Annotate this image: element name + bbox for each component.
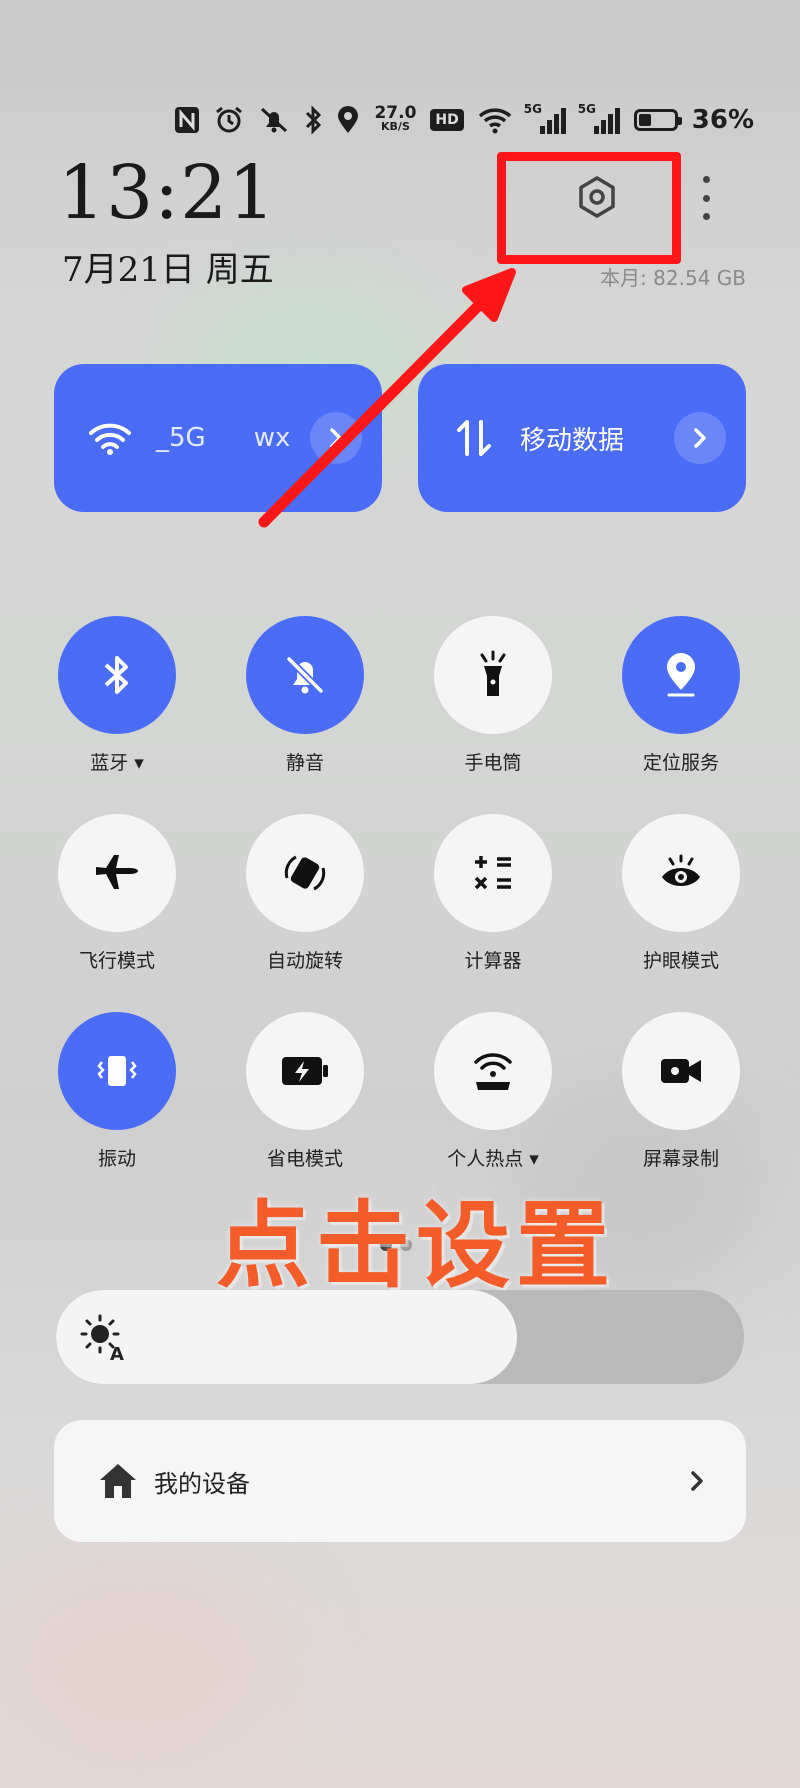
mobile-data-label: 移动数据 [520,425,625,456]
battery-saver-icon [282,1057,328,1085]
home-icon [100,1464,136,1498]
toggle-label: 护眼模式 [642,950,719,972]
date-text[interactable]: 7月21日 周五 [62,242,274,291]
toggle-circle[interactable] [434,814,552,932]
toggle-mute[interactable]: 静音 [220,616,390,775]
toggle-circle[interactable] [58,814,176,932]
toggle-label: 静音 [285,752,324,774]
toggle-label: 自动旋转 [266,950,343,972]
toggle-battery-saver[interactable]: 省电模式 [220,1012,390,1171]
wifi-icon [478,104,512,136]
battery-percent: 36% [691,105,754,135]
mobile-data-tile[interactable]: 移动数据 [418,364,746,512]
toggle-label: 计算器 [464,950,522,972]
mobile-data-expand-button[interactable] [674,412,726,464]
hotspot-icon [474,1053,512,1090]
svg-text:A: A [110,1344,124,1364]
toggle-circle[interactable] [246,814,364,932]
auto-brightness-icon: A [78,1312,130,1368]
toggle-circle[interactable] [246,1012,364,1130]
toggle-hotspot[interactable]: 个人热点 ▾ [408,1012,578,1171]
toggle-airplane[interactable]: 飞行模式 [32,814,202,973]
bluetooth-icon [104,656,128,694]
data-usage-text: 本月: 82.54 GB [600,266,746,290]
toggle-circle[interactable] [58,616,176,734]
chevron-right-icon [694,428,706,448]
toggle-label: 屏幕录制 [642,1148,719,1170]
location-pin-icon [667,653,695,697]
toggle-vibrate[interactable]: 振动 [32,1012,202,1171]
toggle-label: 个人热点 ▾ [447,1148,539,1170]
toggle-screen-record[interactable]: 屏幕录制 [596,1012,766,1171]
screen-record-icon [661,1059,701,1083]
wifi-expand-button[interactable] [310,412,362,464]
toggle-circle[interactable] [434,616,552,734]
sim1-signal-icon: 5G [524,102,566,134]
eye-icon [662,854,700,886]
toggle-label: 手电筒 [464,752,522,774]
annotation-highlight-box [497,152,681,264]
background-blur [0,1560,280,1760]
auto-rotate-icon [284,855,326,891]
toggle-eye-comfort[interactable]: 护眼模式 [596,814,766,973]
toggle-circle[interactable] [58,1012,176,1130]
toggle-auto-rotate[interactable]: 自动旋转 [220,814,390,973]
hd-voice-badge: HD [430,109,464,131]
toggle-label: 振动 [97,1148,136,1170]
data-transfer-icon [452,416,496,460]
bell-off-icon [286,656,324,694]
battery-icon [633,109,682,131]
network-speed: 27.0 KB/S [374,103,417,134]
toggle-circle[interactable] [622,616,740,734]
wifi-icon [88,416,132,460]
location-icon [336,104,360,136]
toggle-bluetooth[interactable]: 蓝牙 ▾ [32,616,202,775]
toggle-circle[interactable] [246,616,364,734]
calculator-icon [474,856,511,890]
toggle-circle[interactable] [622,814,740,932]
toggle-circle[interactable] [622,1012,740,1130]
alarm-icon [214,104,244,136]
toggle-location[interactable]: 定位服务 [596,616,766,775]
wifi-tile[interactable]: _5G wx [54,364,382,512]
toggle-flashlight[interactable]: 手电筒 [408,616,578,775]
toggle-label: 定位服务 [642,752,719,774]
toggle-label: 飞行模式 [78,950,155,972]
sim2-signal-icon: 5G [578,102,620,134]
nfc-icon [174,104,200,136]
toggle-label: 省电模式 [266,1148,343,1170]
chevron-right-icon [330,428,342,448]
bluetooth-icon [304,104,322,136]
more-options-button[interactable] [694,176,718,220]
toggle-label: 蓝牙 ▾ [90,752,144,774]
annotation-click-settings-text: 点击设置 [216,1192,617,1301]
toggle-calculator[interactable]: 计算器 [408,814,578,973]
toggle-circle[interactable] [434,1012,552,1130]
clock-time[interactable]: 13:21 [58,150,276,236]
mute-icon [258,104,290,136]
chevron-right-icon [691,1471,703,1491]
wifi-network-name: _5G wx [156,423,291,453]
my-devices-card[interactable]: 我的设备 [54,1420,746,1542]
vibrate-icon [97,1056,137,1086]
status-bar: 27.0 KB/S HD 5G 5G 36% [174,100,754,140]
airplane-icon [96,855,138,889]
my-devices-label: 我的设备 [154,1469,250,1498]
flashlight-icon [480,650,506,696]
